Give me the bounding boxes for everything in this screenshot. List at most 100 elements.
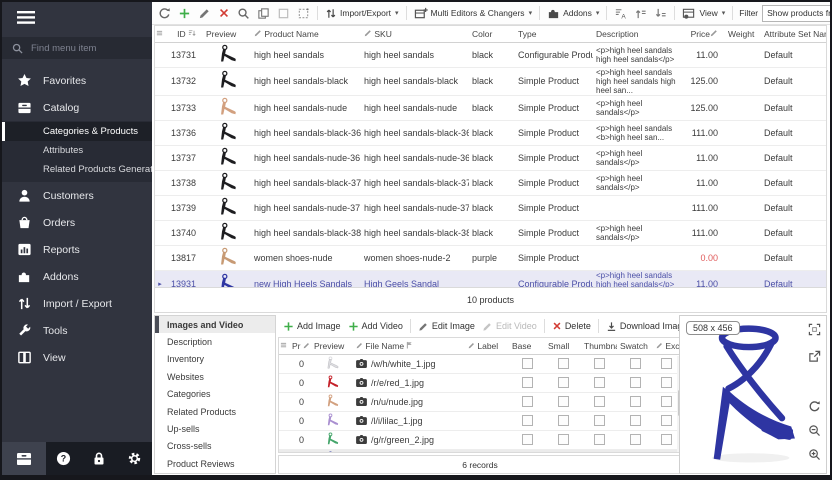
small-checkbox[interactable]	[558, 396, 569, 407]
tab-websites[interactable]: Websites	[155, 368, 275, 385]
filter-select[interactable]: Show products from selected categories▾	[762, 5, 832, 22]
exclude-checkbox[interactable]	[661, 358, 672, 369]
swatch-checkbox[interactable]	[630, 377, 641, 388]
hamburger-menu-button[interactable]	[2, 2, 152, 36]
image-row[interactable]: 0/w/h/white_1.jpg	[279, 354, 680, 373]
image-row[interactable]: ▸1/b/l/blue_6.jpg	[279, 449, 680, 453]
col-header-file-name[interactable]: File Name	[353, 338, 465, 354]
sidebar-item-import-export[interactable]: Import / Export	[2, 290, 152, 317]
col-header-type[interactable]: Type	[515, 26, 593, 42]
base-checkbox[interactable]	[522, 358, 533, 369]
open-in-new-window-button[interactable]	[808, 350, 821, 368]
thumbnail-checkbox[interactable]	[594, 377, 605, 388]
swatch-checkbox[interactable]	[630, 434, 641, 445]
menu-search-input[interactable]	[29, 42, 133, 55]
sidebar-item-reports[interactable]: Reports	[2, 236, 152, 263]
sidebar-item-customers[interactable]: Customers	[2, 182, 152, 209]
product-row-13817[interactable]: 13817women shoes-nudewomen shoes-nude-2p…	[155, 245, 827, 270]
tab-related-products[interactable]: Related Products	[155, 403, 275, 420]
swatch-checkbox[interactable]	[630, 415, 641, 426]
exclude-checkbox[interactable]	[661, 396, 672, 407]
add-image-button[interactable]: Add Image	[280, 319, 344, 334]
copy-button[interactable]	[254, 5, 273, 22]
sidebar-item-tools[interactable]: Tools	[2, 317, 152, 344]
col-header-preview[interactable]: Preview	[203, 26, 251, 42]
sidebar-item-orders[interactable]: Orders	[2, 209, 152, 236]
small-checkbox[interactable]	[558, 415, 569, 426]
col-header-label[interactable]: Label	[465, 338, 509, 354]
rotate-image-button[interactable]	[808, 400, 821, 418]
tab-product-reviews[interactable]: Product Reviews	[155, 455, 275, 472]
clear-selection-button[interactable]	[274, 5, 293, 22]
add-product-button[interactable]	[175, 5, 194, 22]
col-header-thumbnail[interactable]: Thumbna	[581, 338, 617, 354]
thumbnail-checkbox[interactable]	[594, 358, 605, 369]
sidebar-item-related-products-generator[interactable]: Related Products Generator	[2, 160, 152, 179]
import-export-menu-button[interactable]: Import/Export▾	[322, 5, 402, 22]
sidebar-item-favorites[interactable]: Favorites	[2, 67, 152, 94]
product-row-13740[interactable]: 13740high heel sandals-black-38high heel…	[155, 220, 827, 245]
addons-menu-button[interactable]: Addons▾	[544, 5, 602, 22]
thumbnail-checkbox[interactable]	[594, 434, 605, 445]
settings-button[interactable]	[117, 451, 152, 466]
small-checkbox[interactable]	[558, 358, 569, 369]
sidebar-item-view[interactable]: View	[2, 344, 152, 371]
multi-editors-menu-button[interactable]: Multi Editors & Changers▾	[411, 5, 536, 22]
col-header-attribute-set[interactable]: Attribute Set Name	[761, 26, 827, 42]
zoom-in-button[interactable]	[808, 448, 821, 466]
col-header-preview[interactable]: Preview	[311, 338, 353, 354]
product-row-13737[interactable]: 13737high heel sandals-nude-36high heel …	[155, 145, 827, 170]
col-header-price[interactable]: Price	[685, 26, 725, 42]
small-checkbox[interactable]	[558, 434, 569, 445]
help-button[interactable]: ?	[46, 451, 81, 466]
col-header-description[interactable]: Description	[593, 26, 685, 42]
tab-images-and-video[interactable]: Images and Video	[155, 316, 275, 333]
sort-attributes-button[interactable]: A	[611, 5, 630, 22]
fit-to-screen-button[interactable]	[808, 323, 821, 341]
swatch-checkbox[interactable]	[630, 396, 641, 407]
search-products-button[interactable]	[234, 5, 253, 22]
thumbnail-checkbox[interactable]	[594, 396, 605, 407]
image-row[interactable]: 0/g/r/green_2.jpg	[279, 430, 680, 449]
image-row[interactable]: 0/r/e/red_1.jpg	[279, 373, 680, 392]
exclude-checkbox[interactable]	[661, 415, 672, 426]
product-row-13731[interactable]: 13731high heel sandalshigh heel sandalsb…	[155, 42, 827, 67]
base-checkbox[interactable]	[522, 415, 533, 426]
col-header-small[interactable]: Small	[545, 338, 581, 354]
col-header-exclude[interactable]: Exclude	[653, 338, 680, 354]
tab-description[interactable]: Description	[155, 333, 275, 350]
tab-up-sells[interactable]: Up-sells	[155, 420, 275, 437]
exclude-checkbox[interactable]	[661, 434, 672, 445]
download-image-button[interactable]: Download Image	[603, 319, 691, 334]
col-header-id[interactable]: ID	[165, 26, 203, 42]
col-header-sku[interactable]: SKU	[361, 26, 469, 42]
swatch-checkbox[interactable]	[630, 358, 641, 369]
expand-rows-button[interactable]	[651, 5, 670, 22]
product-row-13736[interactable]: 13736high heel sandals-black-36high heel…	[155, 120, 827, 145]
sidebar-item-addons[interactable]: Addons	[2, 263, 152, 290]
col-header-weight[interactable]: Weight	[725, 26, 761, 42]
product-row-13733[interactable]: 13733high heel sandals-nudehigh heel san…	[155, 95, 827, 120]
add-video-button[interactable]: Add Video	[345, 319, 406, 334]
col-header-product-name[interactable]: Product Name	[251, 26, 361, 42]
sidebar-item-catalog[interactable]: Catalog	[2, 94, 152, 121]
collapse-rows-button[interactable]	[631, 5, 650, 22]
col-header-priority[interactable]: Pr	[289, 338, 311, 354]
exclude-checkbox[interactable]	[661, 377, 672, 388]
col-header-color[interactable]: Color	[469, 26, 515, 42]
view-menu-button[interactable]: View▾	[679, 5, 728, 22]
image-row[interactable]: 0/l/i/lilac_1.jpg	[279, 411, 680, 430]
sidebar-item-categories-products[interactable]: Categories & Products	[2, 122, 152, 141]
col-header-base[interactable]: Base	[509, 338, 545, 354]
edit-image-button[interactable]: Edit Image	[415, 319, 478, 334]
tab-cross-sells[interactable]: Cross-sells	[155, 438, 275, 455]
tab-categories[interactable]: Categories	[155, 386, 275, 403]
product-row-13738[interactable]: 13738high heel sandals-black-37high heel…	[155, 170, 827, 195]
small-checkbox[interactable]	[558, 377, 569, 388]
delete-image-button[interactable]: Delete	[549, 319, 594, 333]
image-row[interactable]: 0/n/u/nude.jpg	[279, 392, 680, 411]
tab-inventory[interactable]: Inventory	[155, 351, 275, 368]
base-checkbox[interactable]	[522, 396, 533, 407]
product-row-13739[interactable]: 13739high heel sandals-nude-37high heel …	[155, 195, 827, 220]
zoom-out-button[interactable]	[808, 424, 821, 442]
